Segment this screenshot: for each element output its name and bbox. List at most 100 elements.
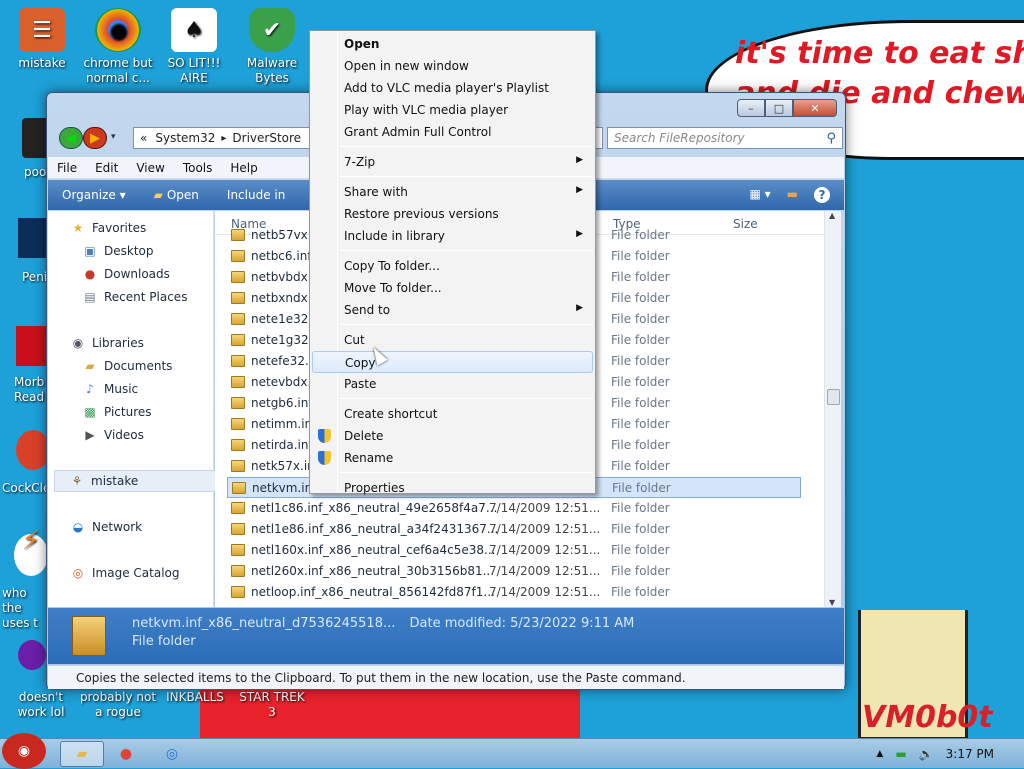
menu-item-share-with[interactable]: Share with ▶ [312, 181, 593, 203]
submenu-arrow-icon: ▶ [576, 155, 583, 165]
nav-favorites[interactable]: ★ Favorites [70, 217, 234, 239]
menu-item-copy[interactable]: Copy [312, 351, 593, 373]
desktop-label-star-trek[interactable]: STAR TREK 3 [234, 690, 310, 720]
table-row[interactable]: netl1e86.inf_x86_neutral_a34f2431367... 7… [227, 519, 801, 540]
row-type: File folder [611, 312, 670, 326]
menu-item-create-shortcut[interactable]: Create shortcut [312, 403, 593, 425]
menu-item-paste[interactable]: Paste [312, 373, 593, 395]
folder-icon [231, 355, 245, 367]
taskbar-explorer[interactable]: ▰ [60, 741, 104, 767]
menu-item-label: Copy To folder... [344, 259, 440, 273]
nav-network[interactable]: ◒ Network [70, 516, 234, 538]
open-button[interactable]: ▰ Open [140, 188, 213, 202]
menu-item-label: Delete [344, 429, 384, 443]
minimize-button[interactable]: – [737, 99, 765, 117]
maximize-button[interactable]: □ [765, 99, 793, 117]
desktop-icon-solitaire[interactable]: ♠ SO LIT!!! AIRE [152, 8, 236, 86]
menu-item-open-in-new-window[interactable]: Open in new window [312, 55, 593, 77]
back-button[interactable]: ◀ [59, 127, 83, 149]
menu-item-copy-to-folder[interactable]: Copy To folder... [312, 255, 593, 277]
menu-tools[interactable]: Tools [174, 161, 222, 175]
menu-item-send-to[interactable]: Send to ▶ [312, 299, 593, 321]
menu-item-grant-admin-full-control[interactable]: Grant Admin Full Control [312, 121, 593, 143]
menu-item-add-to-vlc-media-player-s-playlist[interactable]: Add to VLC media player's Playlist [312, 77, 593, 99]
table-row[interactable]: netloop.inf_x86_neutral_856142fd87f1... 7… [227, 582, 801, 603]
menu-item-7-zip[interactable]: 7-Zip ▶ [312, 151, 593, 173]
search-icon[interactable]: ⚲ [826, 131, 836, 146]
table-row[interactable]: netl1c86.inf_x86_neutral_49e2658f4a7... 7… [227, 498, 801, 519]
taskbar-chrome[interactable]: ● [104, 741, 148, 767]
menu-item-label: Cut [344, 333, 365, 347]
desktop-label-doesnt-work[interactable]: doesn't work lol [12, 690, 70, 720]
row-type: File folder [611, 459, 670, 473]
desktop-label-who[interactable]: who the uses t [2, 586, 48, 631]
network-icon: ◒ [72, 520, 84, 534]
menu-item-label: Properties [344, 481, 405, 495]
menu-item-rename[interactable]: Rename [312, 447, 593, 469]
menu-item-move-to-folder[interactable]: Move To folder... [312, 277, 593, 299]
row-type: File folder [611, 375, 670, 389]
chrome-icon: ● [95, 8, 141, 52]
desktop-label-morb[interactable]: Morb Read [14, 375, 50, 405]
recent-pages-chevron-icon[interactable]: ▾ [111, 132, 116, 142]
folder-icon [231, 250, 245, 262]
row-name: netbc6.inf [251, 249, 312, 263]
menu-item-cut[interactable]: Cut [312, 329, 593, 351]
menu-item-play-with-vlc-media-player[interactable]: Play with VLC media player [312, 99, 593, 121]
scrollbar-thumb[interactable] [827, 389, 840, 405]
folder-icon [231, 271, 245, 283]
close-button[interactable]: ✕ [793, 99, 837, 117]
desktop-label-not-rogue[interactable]: probably not a rogue [78, 690, 158, 720]
include-in-library-button[interactable]: Include in [213, 188, 299, 202]
nav-mistake-label: mistake [91, 474, 139, 488]
menu-edit[interactable]: Edit [86, 161, 127, 175]
menu-item-label: Move To folder... [344, 281, 442, 295]
menu-item-restore-previous-versions[interactable]: Restore previous versions [312, 203, 593, 225]
nav-libraries[interactable]: ◉ Libraries [70, 332, 234, 354]
row-type: File folder [611, 249, 670, 263]
menu-item-delete[interactable]: Delete [312, 425, 593, 447]
menu-item-properties[interactable]: Properties [312, 477, 593, 499]
clock[interactable]: 3:17 PM [946, 747, 994, 761]
desktop-icon-malwarebytes[interactable]: ✔ Malware Bytes [230, 8, 314, 86]
menu-item-open[interactable]: Open [312, 33, 593, 55]
preview-pane-icon[interactable]: ▬ [787, 187, 798, 203]
breadcrumb-system32[interactable]: System32 [155, 131, 215, 145]
start-button[interactable]: ◉ [2, 733, 46, 769]
volume-icon[interactable]: 🔈 [919, 747, 934, 761]
forward-button[interactable]: ▶ [83, 127, 107, 149]
desktop-label-poo[interactable]: poo [24, 165, 46, 180]
row-name: netl260x.inf_x86_neutral_30b3156b81... [251, 564, 495, 578]
scroll-up-icon[interactable]: ▲ [829, 211, 835, 220]
menu-file[interactable]: File [48, 161, 86, 175]
taskbar-ie[interactable]: ◎ [150, 741, 194, 767]
scroll-down-icon[interactable]: ▼ [829, 598, 835, 607]
organize-button[interactable]: Organize ▾ [48, 188, 140, 202]
menu-view[interactable]: View [127, 161, 173, 175]
menu-separator [340, 176, 593, 177]
desktop-icon-mistake[interactable]: ☰ mistake [0, 8, 84, 71]
chrome-icon: ● [119, 746, 133, 762]
nav-libraries-label: Libraries [92, 336, 144, 350]
desktop-label-inkballs[interactable]: INKBALLS [160, 690, 230, 705]
view-options-icon[interactable]: ▦ ▾ [749, 187, 770, 203]
desktop-label-peni[interactable]: Peni [22, 270, 47, 285]
table-row[interactable]: netl260x.inf_x86_neutral_30b3156b81... 7/… [227, 561, 801, 582]
menu-help[interactable]: Help [221, 161, 266, 175]
menu-item-label: Copy [345, 356, 376, 370]
show-hidden-icons-icon[interactable]: ▲ [876, 749, 883, 759]
desktop-icon-chrome[interactable]: ● chrome but normal c... [76, 8, 160, 86]
help-icon[interactable]: ? [814, 187, 830, 203]
breadcrumb-separator-icon[interactable]: ▸ [221, 133, 226, 144]
desktop-label-cockcle[interactable]: CockCle [2, 481, 50, 496]
row-name: netbvbdx. [251, 270, 312, 284]
nav-mistake[interactable]: ⚘ mistake [54, 470, 218, 492]
network-status-icon[interactable]: ▬ [895, 747, 906, 761]
menu-item-include-in-library[interactable]: Include in library ▶ [312, 225, 593, 247]
breadcrumb-driverstore[interactable]: DriverStore [232, 131, 301, 145]
nav-image-catalog[interactable]: ◎ Image Catalog [70, 562, 234, 584]
search-input[interactable]: Search FileRepository ⚲ [607, 127, 843, 149]
menu-item-label: Create shortcut [344, 407, 438, 421]
table-row[interactable]: netl160x.inf_x86_neutral_cef6a4c5e38... 7… [227, 540, 801, 561]
vertical-scrollbar[interactable]: ▲ ▼ [824, 211, 841, 607]
